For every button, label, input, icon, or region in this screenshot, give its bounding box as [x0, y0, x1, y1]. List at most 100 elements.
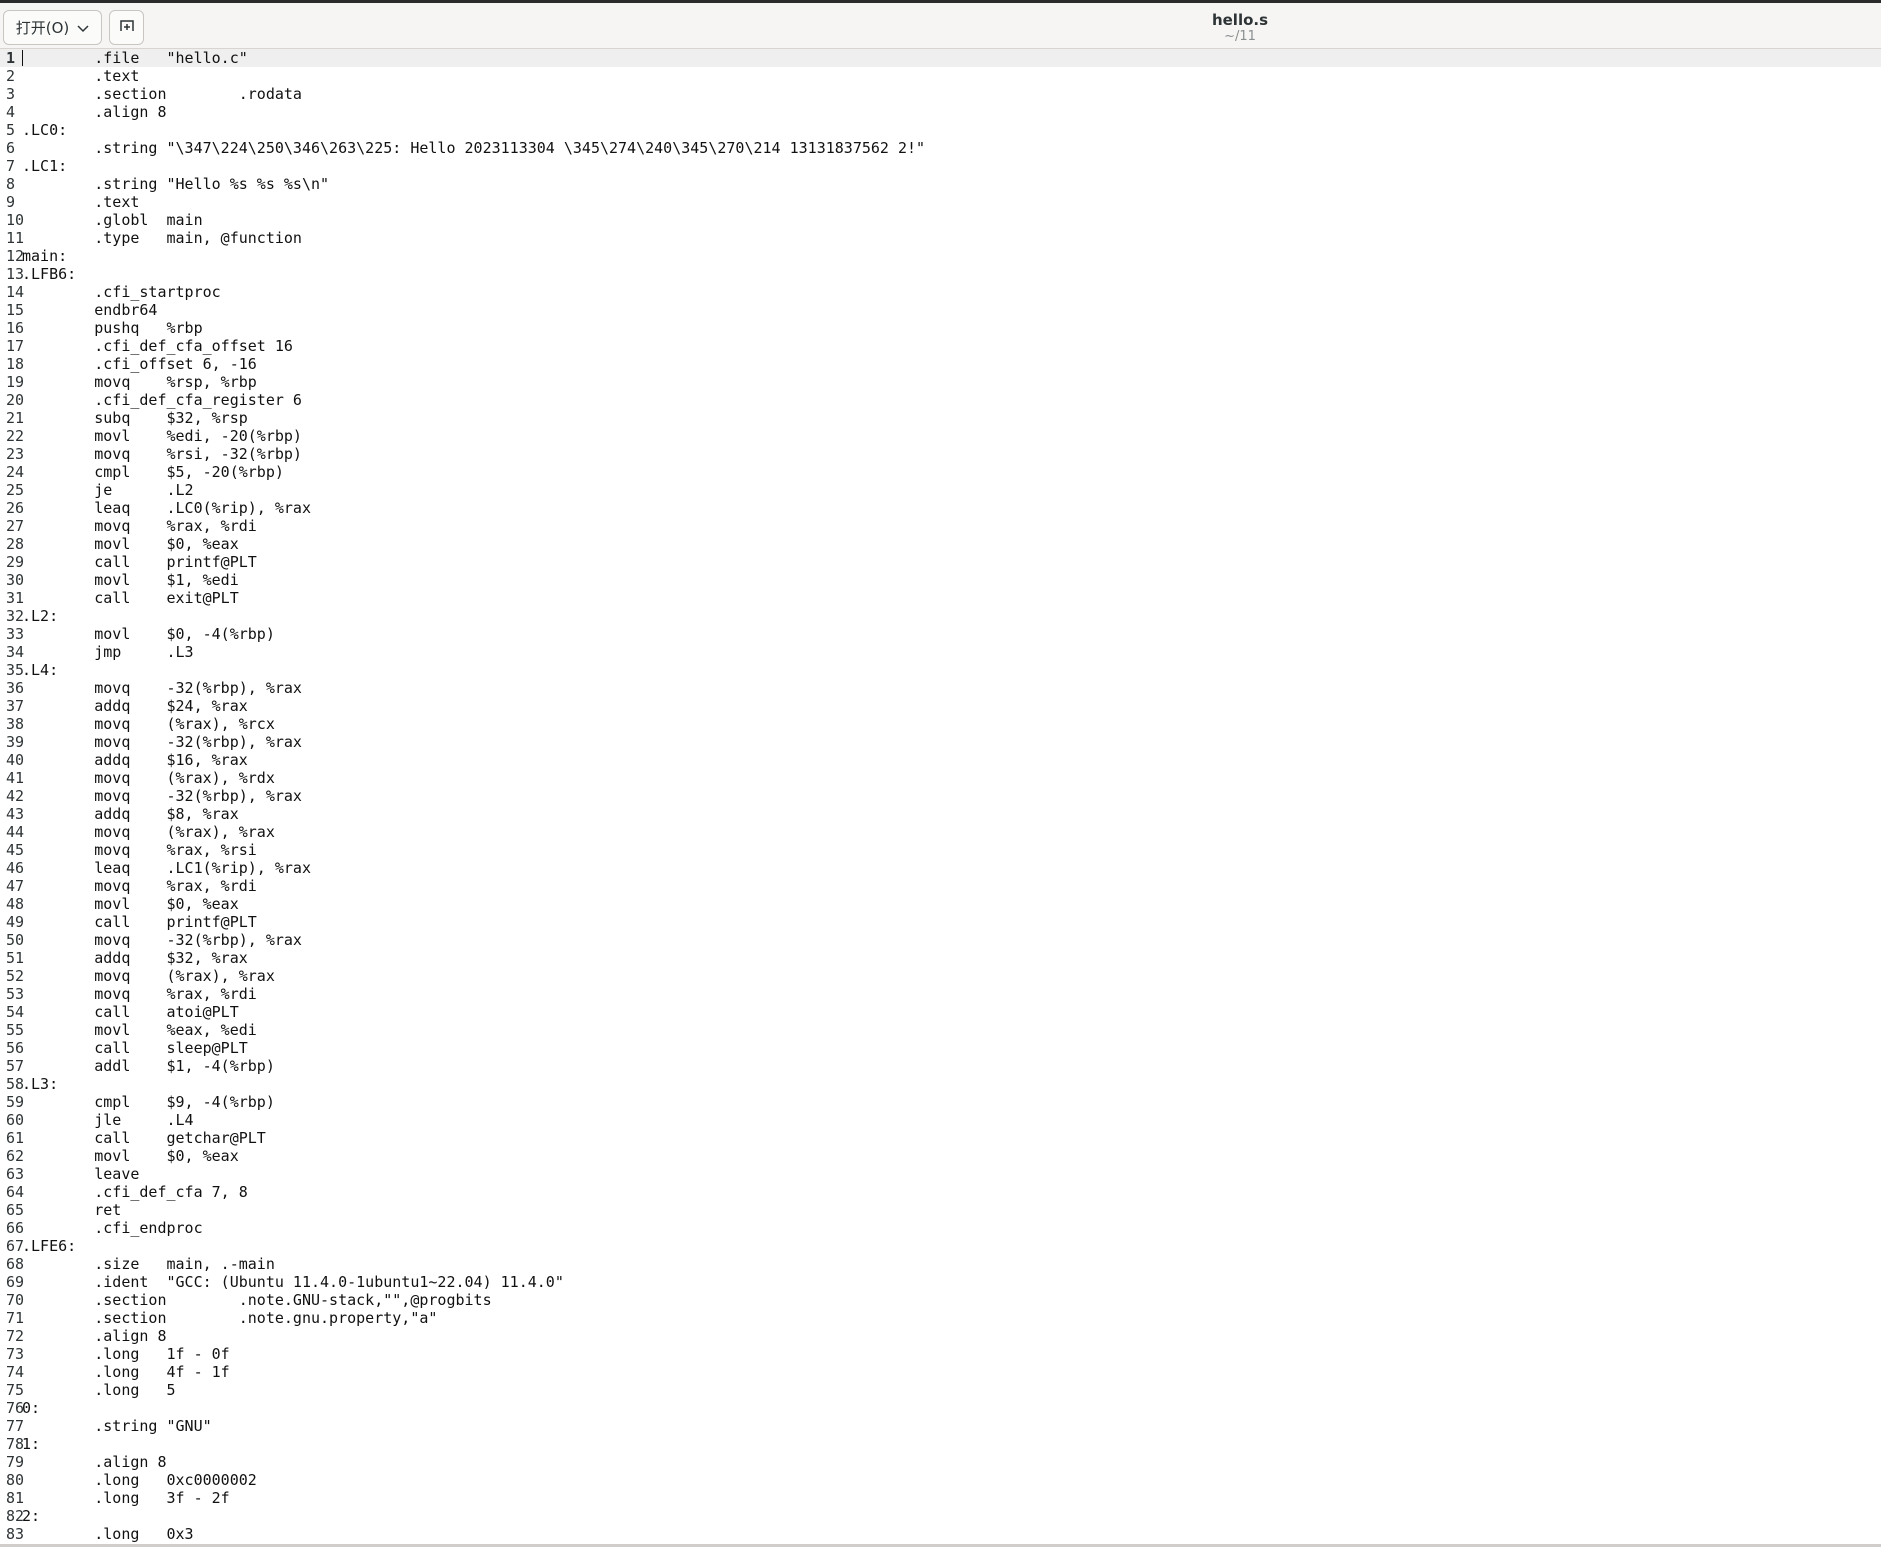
code-text[interactable]: movl %eax, %edi: [22, 1021, 257, 1039]
code-line[interactable]: 17 .cfi_def_cfa_offset 16: [0, 337, 1881, 355]
code-line[interactable]: 1 .file "hello.c": [0, 49, 1881, 67]
code-line[interactable]: 48 movl $0, %eax: [0, 895, 1881, 913]
code-text[interactable]: .section .note.gnu.property,"a": [22, 1309, 437, 1327]
code-text[interactable]: .text: [22, 67, 139, 85]
code-line[interactable]: 50 movq -32(%rbp), %rax: [0, 931, 1881, 949]
code-line[interactable]: 79 .align 8: [0, 1453, 1881, 1471]
code-line[interactable]: 12 main:: [0, 247, 1881, 265]
code-text[interactable]: main:: [22, 247, 67, 265]
code-text[interactable]: movl %edi, -20(%rbp): [22, 427, 302, 445]
code-text[interactable]: .cfi_def_cfa_offset 16: [22, 337, 293, 355]
code-line[interactable]: 28 movl $0, %eax: [0, 535, 1881, 553]
code-line[interactable]: 63 leave: [0, 1165, 1881, 1183]
code-line[interactable]: 3 .section .rodata: [0, 85, 1881, 103]
code-text[interactable]: jle .L4: [22, 1111, 193, 1129]
code-text[interactable]: movq -32(%rbp), %rax: [22, 787, 302, 805]
code-line[interactable]: 31 call exit@PLT: [0, 589, 1881, 607]
code-line[interactable]: 7 .LC1:: [0, 157, 1881, 175]
code-line[interactable]: 11 .type main, @function: [0, 229, 1881, 247]
code-line[interactable]: 39 movq -32(%rbp), %rax: [0, 733, 1881, 751]
code-text[interactable]: .long 0xc0000002: [22, 1471, 257, 1489]
code-text[interactable]: 1:: [22, 1435, 40, 1453]
chevron-down-icon[interactable]: [77, 19, 89, 37]
code-line[interactable]: 54 call atoi@PLT: [0, 1003, 1881, 1021]
code-line[interactable]: 65 ret: [0, 1201, 1881, 1219]
code-text[interactable]: .long 0x3: [22, 1525, 193, 1543]
code-line[interactable]: 51 addq $32, %rax: [0, 949, 1881, 967]
code-line[interactable]: 23 movq %rsi, -32(%rbp): [0, 445, 1881, 463]
code-text[interactable]: .align 8: [22, 103, 166, 121]
code-text[interactable]: movl $1, %edi: [22, 571, 239, 589]
code-line[interactable]: 9 .text: [0, 193, 1881, 211]
new-tab-button[interactable]: [109, 10, 144, 45]
code-line[interactable]: 62 movl $0, %eax: [0, 1147, 1881, 1165]
code-text[interactable]: .L4:: [22, 661, 58, 679]
code-line[interactable]: 26 leaq .LC0(%rip), %rax: [0, 499, 1881, 517]
code-line[interactable]: 10 .globl main: [0, 211, 1881, 229]
code-line[interactable]: 70 .section .note.GNU-stack,"",@progbits: [0, 1291, 1881, 1309]
code-line[interactable]: 76 0:: [0, 1399, 1881, 1417]
code-text[interactable]: addq $24, %rax: [22, 697, 248, 715]
code-line[interactable]: 41 movq (%rax), %rdx: [0, 769, 1881, 787]
code-text[interactable]: .string "GNU": [22, 1417, 211, 1435]
code-text[interactable]: leaq .LC1(%rip), %rax: [22, 859, 311, 877]
code-line[interactable]: 68 .size main, .-main: [0, 1255, 1881, 1273]
code-line[interactable]: 58 .L3:: [0, 1075, 1881, 1093]
code-line[interactable]: 33 movl $0, -4(%rbp): [0, 625, 1881, 643]
code-text[interactable]: movl $0, -4(%rbp): [22, 625, 275, 643]
code-text[interactable]: .string "\347\224\250\346\263\225: Hello…: [22, 139, 925, 157]
code-line[interactable]: 53 movq %rax, %rdi: [0, 985, 1881, 1003]
code-line[interactable]: 67 .LFE6:: [0, 1237, 1881, 1255]
code-line[interactable]: 83 .long 0x3: [0, 1525, 1881, 1543]
code-text[interactable]: je .L2: [22, 481, 193, 499]
code-text[interactable]: ret: [22, 1201, 121, 1219]
code-text[interactable]: .LC0:: [22, 121, 67, 139]
code-line[interactable]: 22 movl %edi, -20(%rbp): [0, 427, 1881, 445]
code-text[interactable]: jmp .L3: [22, 643, 193, 661]
code-text[interactable]: subq $32, %rsp: [22, 409, 248, 427]
code-line[interactable]: 24 cmpl $5, -20(%rbp): [0, 463, 1881, 481]
code-text[interactable]: movq (%rax), %rcx: [22, 715, 275, 733]
code-line[interactable]: 19 movq %rsp, %rbp: [0, 373, 1881, 391]
code-text[interactable]: leave: [22, 1165, 139, 1183]
code-line[interactable]: 78 1:: [0, 1435, 1881, 1453]
code-text[interactable]: .cfi_def_cfa 7, 8: [22, 1183, 248, 1201]
code-line[interactable]: 71 .section .note.gnu.property,"a": [0, 1309, 1881, 1327]
code-line[interactable]: 59 cmpl $9, -4(%rbp): [0, 1093, 1881, 1111]
code-line[interactable]: 2 .text: [0, 67, 1881, 85]
code-text[interactable]: addq $8, %rax: [22, 805, 239, 823]
code-text[interactable]: .long 5: [22, 1381, 175, 1399]
code-text[interactable]: cmpl $5, -20(%rbp): [22, 463, 284, 481]
code-line[interactable]: 55 movl %eax, %edi: [0, 1021, 1881, 1039]
code-line[interactable]: 45 movq %rax, %rsi: [0, 841, 1881, 859]
code-line[interactable]: 25 je .L2: [0, 481, 1881, 499]
code-line[interactable]: 32 .L2:: [0, 607, 1881, 625]
code-text[interactable]: call exit@PLT: [22, 589, 239, 607]
code-line[interactable]: 36 movq -32(%rbp), %rax: [0, 679, 1881, 697]
code-text[interactable]: movq -32(%rbp), %rax: [22, 733, 302, 751]
code-text[interactable]: .cfi_def_cfa_register 6: [22, 391, 302, 409]
code-line[interactable]: 57 addl $1, -4(%rbp): [0, 1057, 1881, 1075]
code-line[interactable]: 16 pushq %rbp: [0, 319, 1881, 337]
code-line[interactable]: 20 .cfi_def_cfa_register 6: [0, 391, 1881, 409]
code-text[interactable]: pushq %rbp: [22, 319, 202, 337]
code-line[interactable]: 5 .LC0:: [0, 121, 1881, 139]
code-text[interactable]: .align 8: [22, 1453, 166, 1471]
code-line[interactable]: 77 .string "GNU": [0, 1417, 1881, 1435]
code-text[interactable]: .LFE6:: [22, 1237, 76, 1255]
code-line[interactable]: 35 .L4:: [0, 661, 1881, 679]
code-text[interactable]: movl $0, %eax: [22, 1147, 239, 1165]
code-text[interactable]: .type main, @function: [22, 229, 302, 247]
code-line[interactable]: 81 .long 3f - 2f: [0, 1489, 1881, 1507]
code-line[interactable]: 29 call printf@PLT: [0, 553, 1881, 571]
code-line[interactable]: 43 addq $8, %rax: [0, 805, 1881, 823]
code-text[interactable]: .L2:: [22, 607, 58, 625]
open-button[interactable]: 打开(O): [3, 10, 102, 45]
code-text[interactable]: movq (%rax), %rdx: [22, 769, 275, 787]
code-text[interactable]: .long 1f - 0f: [22, 1345, 229, 1363]
code-line[interactable]: 37 addq $24, %rax: [0, 697, 1881, 715]
code-line[interactable]: 42 movq -32(%rbp), %rax: [0, 787, 1881, 805]
code-line[interactable]: 49 call printf@PLT: [0, 913, 1881, 931]
code-text[interactable]: .file "hello.c": [22, 49, 248, 67]
code-line[interactable]: 80 .long 0xc0000002: [0, 1471, 1881, 1489]
